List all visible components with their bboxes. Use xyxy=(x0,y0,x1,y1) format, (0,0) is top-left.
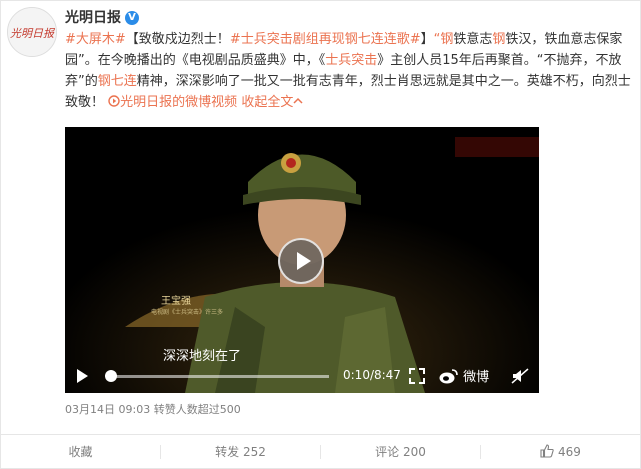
fullscreen-icon[interactable] xyxy=(409,368,425,384)
repost-button[interactable]: 转发 252 xyxy=(161,435,320,469)
weibo-logo: 微博 xyxy=(439,366,489,385)
progress-handle[interactable] xyxy=(105,370,118,382)
hashtag-link[interactable]: #士兵突击剧组再现钢七连连歌# xyxy=(230,32,421,47)
post-date[interactable]: 03月14日 09:03 xyxy=(65,403,150,416)
weibo-logo-icon xyxy=(439,369,458,384)
video-player[interactable]: 王宝强 电视剧《士兵突击》许三多 深深地刻在了 0:10/8:47 微博 xyxy=(65,127,539,393)
action-bar: 收藏 转发 252 评论 200 469 xyxy=(1,434,640,469)
svg-text:光明日报: 光明日报 xyxy=(10,27,56,40)
post-text: #大屏木#【致敬戍边烈士！#士兵突击剧组再现钢七连连歌#】“钢铁意志钢铁汉，铁血… xyxy=(65,29,631,113)
like-count: 469 xyxy=(557,445,581,459)
video-link[interactable]: 光明日报的微博视频 xyxy=(108,95,237,110)
like-button[interactable]: 469 xyxy=(481,435,640,469)
comment-button[interactable]: 评论 200 xyxy=(321,435,480,469)
progress-track[interactable] xyxy=(107,375,329,378)
highlight-text: 士兵突击 xyxy=(325,53,378,68)
username[interactable]: 光明日报 V xyxy=(65,7,139,27)
collapse-text-link[interactable]: 收起全文 xyxy=(241,95,303,110)
video-link-icon xyxy=(108,95,120,107)
repost-note: 转赞人数超过500 xyxy=(153,403,241,416)
post-text-segment: 】 xyxy=(420,32,434,47)
verified-badge-icon: V xyxy=(125,11,139,25)
highlight-text: 钢七连 xyxy=(97,74,137,89)
hashtag-link[interactable]: #大屏木# xyxy=(65,32,126,47)
post-text-segment: 铁意志 xyxy=(453,32,493,47)
mute-icon[interactable] xyxy=(511,368,529,384)
avatar-logo-icon: 光明日报 xyxy=(8,8,56,56)
avatar[interactable]: 光明日报 xyxy=(7,7,57,57)
play-overlay-button[interactable] xyxy=(278,238,324,284)
play-icon[interactable] xyxy=(77,369,88,383)
time-display: 0:10/8:47 xyxy=(343,368,401,382)
post-meta: 03月14日 09:03 转赞人数超过500 xyxy=(65,401,241,417)
favorite-label: 收藏 xyxy=(68,445,93,459)
username-text[interactable]: 光明日报 xyxy=(65,10,121,26)
comment-label: 评论 200 xyxy=(375,445,426,459)
thumbs-up-icon xyxy=(540,444,554,458)
collapse-text-label[interactable]: 收起全文 xyxy=(241,95,293,110)
name-plate-subtitle: 电视剧《士兵突击》许三多 xyxy=(151,309,224,316)
repost-label: 转发 252 xyxy=(215,445,266,459)
favorite-button[interactable]: 收藏 xyxy=(1,435,160,469)
name-plate: 王宝强 xyxy=(161,296,191,307)
chevron-up-icon xyxy=(293,97,303,104)
highlight-text: 钢 xyxy=(440,32,454,47)
post-text-segment: 【致敬戍边烈士！ xyxy=(125,32,230,47)
video-controls: 0:10/8:47 微博 xyxy=(65,359,539,393)
highlight-text: 钢 xyxy=(492,32,506,47)
weibo-post-card: 光明日报 光明日报 V #大屏木#【致敬戍边烈士！#士兵突击剧组再现钢七连连歌#】… xyxy=(0,0,641,469)
weibo-logo-text: 微博 xyxy=(463,370,490,385)
video-link-text[interactable]: 光明日报的微博视频 xyxy=(120,95,237,110)
